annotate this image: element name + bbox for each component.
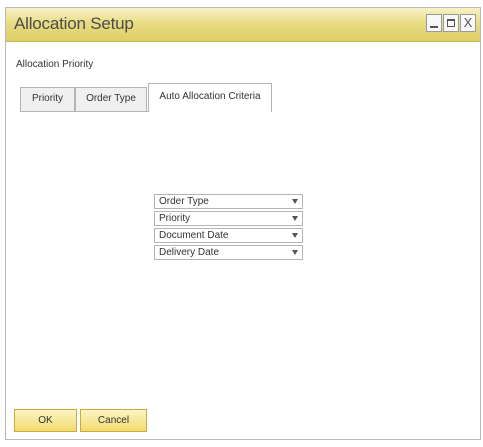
criteria-select-4[interactable]: Delivery Date: [154, 245, 303, 260]
criteria-select-3[interactable]: Document Date: [154, 228, 303, 243]
dropdown-arrow-icon[interactable]: [292, 199, 298, 204]
criteria-list: Order Type Priority Document Date Delive…: [154, 194, 303, 262]
dropdown-arrow-icon[interactable]: [292, 250, 298, 255]
window-title: Allocation Setup: [14, 14, 134, 33]
criteria-select-1[interactable]: Order Type: [154, 194, 303, 209]
tab-auto-allocation-criteria[interactable]: Auto Allocation Criteria: [148, 83, 272, 112]
dropdown-arrow-icon[interactable]: [292, 216, 298, 221]
dropdown-arrow-icon[interactable]: [292, 233, 298, 238]
criteria-select-4-value: Delivery Date: [159, 247, 220, 258]
section-label: Allocation Priority: [16, 59, 94, 70]
title-bar[interactable]: Allocation Setup X: [6, 8, 480, 42]
criteria-select-3-value: Document Date: [159, 230, 229, 241]
cancel-button[interactable]: Cancel: [80, 409, 147, 432]
tab-priority[interactable]: Priority: [20, 87, 75, 111]
tab-order-type[interactable]: Order Type: [75, 87, 147, 111]
ok-button[interactable]: OK: [14, 409, 77, 432]
minimize-button[interactable]: [426, 14, 442, 32]
criteria-select-2-value: Priority: [159, 213, 191, 224]
criteria-select-1-value: Order Type: [159, 196, 209, 207]
criteria-select-2[interactable]: Priority: [154, 211, 303, 226]
close-button[interactable]: X: [460, 14, 476, 32]
maximize-button[interactable]: [443, 14, 459, 32]
